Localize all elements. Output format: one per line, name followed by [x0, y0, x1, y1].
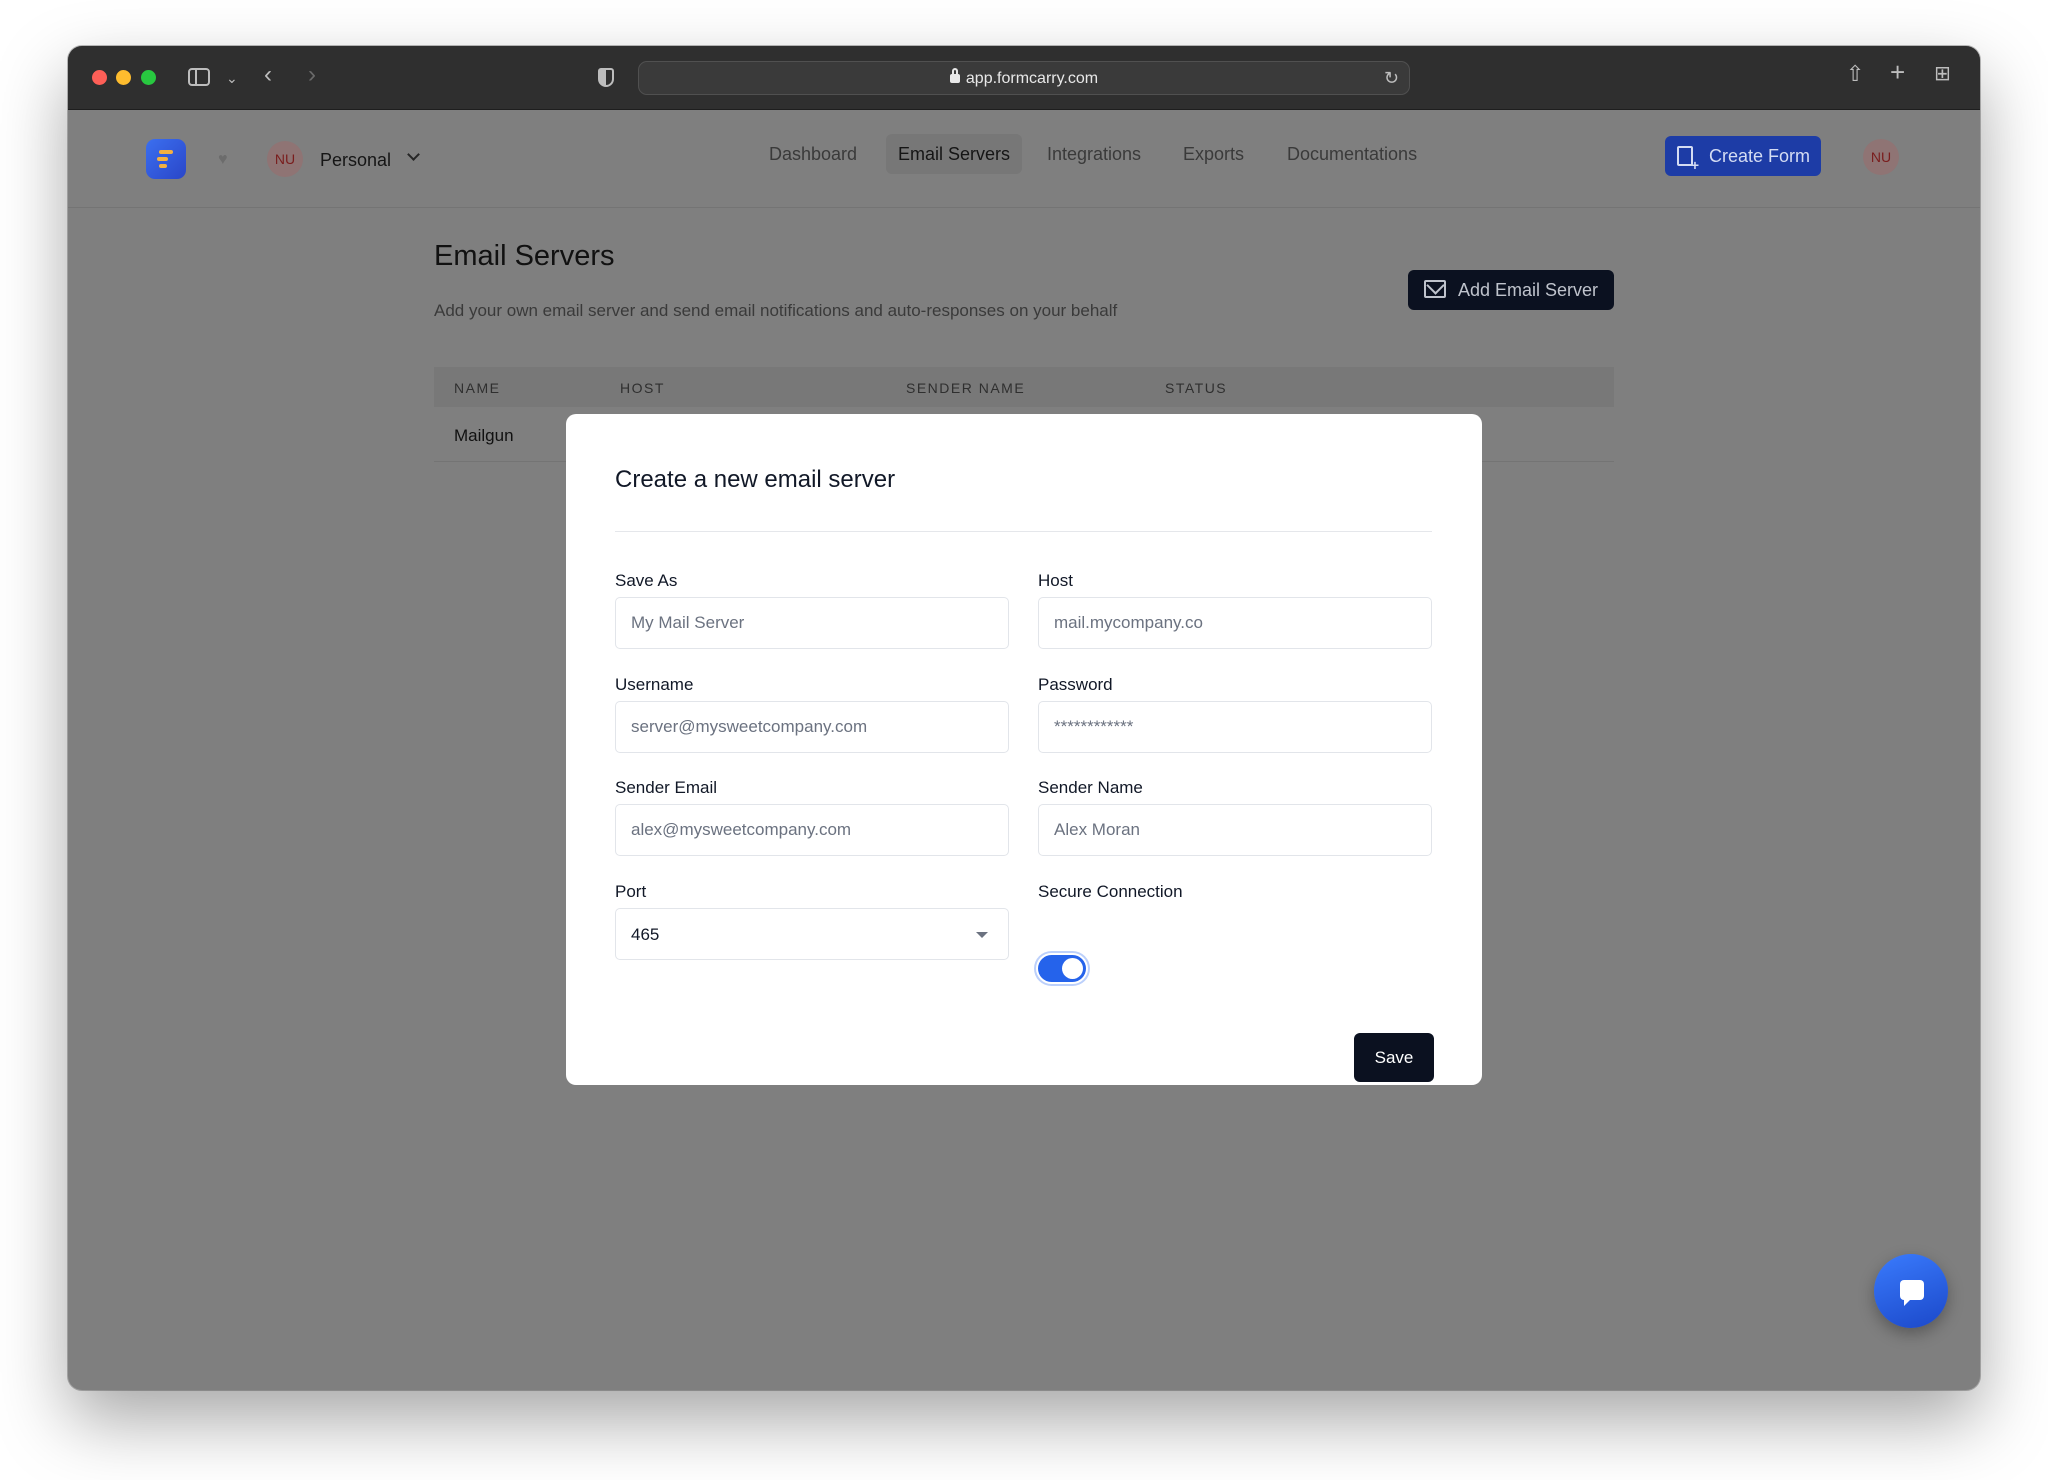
nav-email-servers[interactable]: Email Servers	[886, 134, 1023, 174]
reload-icon[interactable]: ↻	[1384, 68, 1399, 88]
document-plus-icon	[1677, 146, 1699, 172]
maximize-window-button[interactable]	[141, 70, 156, 85]
tabs-grid-icon[interactable]: ⊞	[1934, 64, 1951, 84]
page-subtitle: Add your own email server and send email…	[434, 301, 1118, 320]
port-select[interactable]: 465	[615, 908, 1009, 960]
username-label: Username	[615, 675, 694, 694]
back-icon[interactable]: ‹	[264, 63, 272, 87]
create-form-label: Create Form	[1709, 146, 1811, 166]
modal-divider	[615, 531, 1432, 532]
heart-icon[interactable]: ♥	[218, 152, 228, 168]
column-header-name: NAME	[454, 380, 501, 396]
create-form-button[interactable]: Create Form	[1665, 136, 1821, 176]
nav-exports[interactable]: Exports	[1171, 134, 1256, 174]
password-input[interactable]	[1038, 701, 1432, 753]
save-as-label: Save As	[615, 571, 678, 590]
host-input[interactable]	[1038, 597, 1432, 649]
browser-toolbar: ⌄ ‹ › app.formcarry.com ↻ ⇧ + ⊞	[68, 46, 1980, 110]
add-email-server-button[interactable]: Add Email Server	[1408, 270, 1614, 310]
lock-icon	[949, 68, 960, 83]
save-button[interactable]: Save	[1354, 1033, 1434, 1082]
app-header: ♥ NU Personal Dashboard Email Servers In…	[68, 110, 1980, 208]
sender-email-input[interactable]	[615, 804, 1009, 856]
shield-icon[interactable]	[598, 68, 614, 87]
chat-icon	[1900, 1280, 1924, 1306]
host-label: Host	[1038, 571, 1073, 590]
column-header-sender-name: SENDER NAME	[906, 380, 1026, 396]
workspace-avatar[interactable]: NU	[267, 141, 303, 177]
close-window-button[interactable]	[92, 70, 107, 85]
add-email-server-label: Add Email Server	[1458, 280, 1599, 300]
port-value: 465	[631, 925, 660, 944]
sender-email-label: Sender Email	[615, 778, 718, 797]
share-icon[interactable]: ⇧	[1846, 63, 1864, 85]
chevron-down-icon[interactable]: ⌄	[226, 68, 238, 88]
password-label: Password	[1038, 675, 1113, 694]
toggle-knob	[1062, 958, 1083, 979]
sender-name-label: Sender Name	[1038, 778, 1143, 797]
save-as-input[interactable]	[615, 597, 1009, 649]
port-label: Port	[615, 882, 647, 901]
chevron-down-icon[interactable]	[407, 148, 420, 161]
sidebar-toggle-icon[interactable]	[188, 68, 210, 86]
create-email-server-modal: Create a new email server Save As Host U…	[566, 414, 1482, 1085]
formcarry-logo[interactable]	[146, 139, 186, 179]
nav-documentations[interactable]: Documentations	[1275, 134, 1429, 174]
username-input[interactable]	[615, 701, 1009, 753]
nav-dashboard[interactable]: Dashboard	[757, 134, 869, 174]
url-text: app.formcarry.com	[965, 70, 1099, 87]
column-header-host: HOST	[620, 380, 665, 396]
sender-name-input[interactable]	[1038, 804, 1432, 856]
forward-icon[interactable]: ›	[308, 63, 316, 87]
secure-connection-toggle[interactable]	[1038, 955, 1086, 982]
page-title: Email Servers	[434, 240, 615, 272]
address-bar[interactable]: app.formcarry.com ↻	[638, 61, 1410, 95]
column-header-status: STATUS	[1165, 380, 1228, 396]
table-header: NAME HOST SENDER NAME STATUS	[434, 367, 1614, 407]
browser-window: ⌄ ‹ › app.formcarry.com ↻ ⇧ + ⊞ ♥ NU Per…	[68, 46, 1980, 1390]
mail-plus-icon	[1424, 280, 1446, 298]
secure-connection-label: Secure Connection	[1038, 882, 1183, 901]
minimize-window-button[interactable]	[116, 70, 131, 85]
caret-down-icon	[976, 932, 988, 938]
modal-title: Create a new email server	[615, 466, 896, 493]
nav-integrations[interactable]: Integrations	[1035, 134, 1153, 174]
user-avatar[interactable]: NU	[1863, 139, 1899, 175]
cell-name: Mailgun	[454, 426, 514, 445]
chat-launcher-button[interactable]	[1874, 1254, 1948, 1328]
workspace-switcher[interactable]: Personal	[320, 150, 391, 171]
plus-icon[interactable]: +	[1890, 59, 1905, 85]
